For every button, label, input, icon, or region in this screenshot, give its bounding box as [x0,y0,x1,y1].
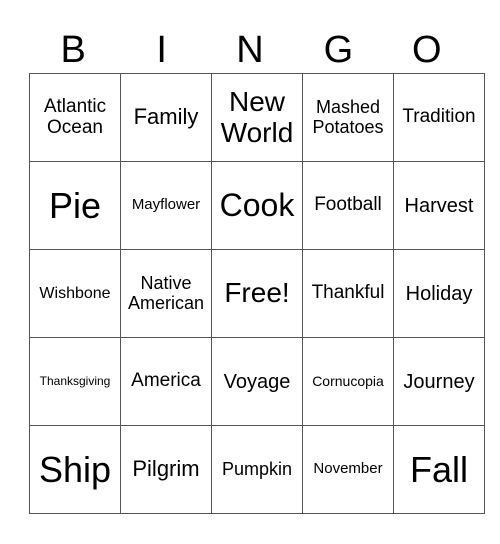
bingo-cell[interactable]: America [120,337,212,426]
grid-row: Ship Pilgrim Pumpkin November Fall [29,425,485,514]
bingo-cell[interactable]: Cornucopia [302,337,394,426]
bingo-cell[interactable]: Ship [29,425,121,514]
header-letter-o: O [412,29,442,71]
bingo-cell[interactable]: Pilgrim [120,425,212,514]
bingo-cell[interactable]: Cook [211,161,303,250]
bingo-cell[interactable]: Harvest [393,161,485,250]
bingo-cell[interactable]: Journey [393,337,485,426]
bingo-cell[interactable]: Pie [29,161,121,250]
bingo-cell[interactable]: New World [211,73,303,162]
bingo-cell[interactable]: Wishbone [29,249,121,338]
grid-row: Pie Mayflower Cook Football Harvest [29,161,485,250]
grid-row: Wishbone Native American Free! Thankful … [29,249,485,338]
bingo-cell[interactable]: Thanksgiving [29,337,121,426]
grid-row: Thanksgiving America Voyage Cornucopia J… [29,337,485,426]
header-letter-g: G [323,29,354,71]
bingo-cell[interactable]: Mayflower [120,161,212,250]
bingo-cell[interactable]: Football [302,161,394,250]
bingo-cell[interactable]: Atlantic Ocean [29,73,121,162]
bingo-cell[interactable]: Pumpkin [211,425,303,514]
bingo-grid: Atlantic Ocean Family New World Mashed P… [29,73,485,514]
bingo-header: B I N G O [29,26,471,74]
bingo-cell[interactable]: Tradition [393,73,485,162]
header-letter-b: B [60,29,86,71]
grid-row: Atlantic Ocean Family New World Mashed P… [29,73,485,162]
bingo-cell[interactable]: Fall [393,425,485,514]
bingo-cell[interactable]: Native American [120,249,212,338]
bingo-cell[interactable]: Voyage [211,337,303,426]
bingo-cell[interactable]: Holiday [393,249,485,338]
header-letter-i: I [156,29,167,71]
free-space-cell[interactable]: Free! [211,249,303,338]
bingo-cell[interactable]: Thankful [302,249,394,338]
bingo-cell[interactable]: Family [120,73,212,162]
bingo-cell[interactable]: Mashed Potatoes [302,73,394,162]
header-letter-n: N [236,29,264,71]
bingo-cell[interactable]: November [302,425,394,514]
